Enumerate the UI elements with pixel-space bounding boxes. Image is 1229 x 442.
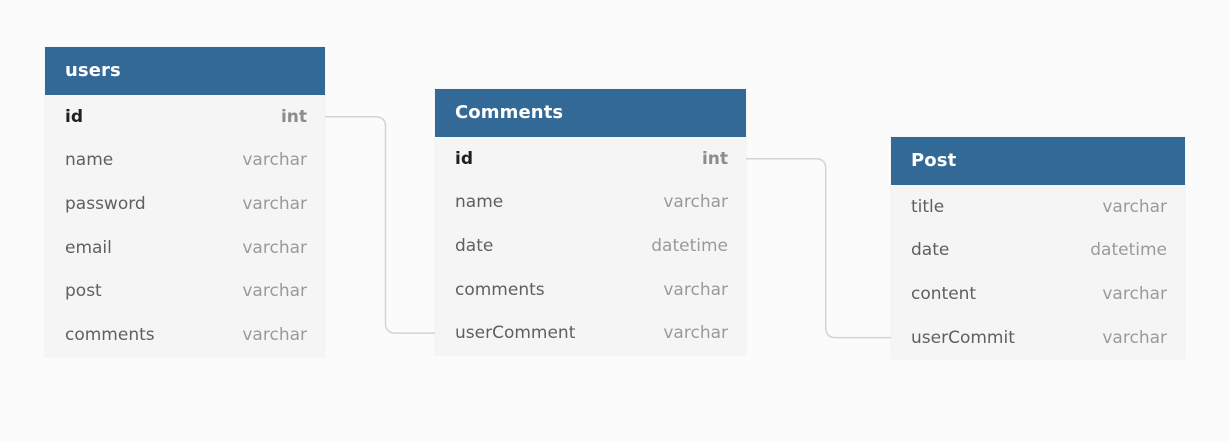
table-post[interactable]: Post title varchar date datetime content varc… [891, 137, 1185, 360]
table-rows-users: id int name varchar password varchar email varc… [45, 95, 325, 357]
field-row-content[interactable]: content varchar [891, 272, 1185, 316]
field-name: date [911, 240, 950, 261]
field-type: int [701, 148, 728, 169]
field-row-date[interactable]: date datetime [435, 224, 746, 268]
field-row-name[interactable]: name varchar [435, 181, 746, 225]
field-name: title [911, 196, 945, 217]
field-type: varchar [1102, 196, 1167, 217]
field-row-userComment[interactable]: userComment varchar [435, 311, 746, 355]
relation-line-users-comments[interactable] [325, 116, 435, 334]
field-name: password [65, 193, 146, 214]
field-row-id[interactable]: id int [435, 137, 746, 181]
field-row-name[interactable]: name varchar [45, 139, 325, 183]
field-row-post[interactable]: post varchar [45, 269, 325, 313]
field-row-id[interactable]: id int [45, 95, 325, 139]
table-rows-post: title varchar date datetime content varchar us… [891, 185, 1185, 359]
field-name: email [65, 237, 112, 258]
field-name: comments [455, 279, 545, 300]
field-row-comments[interactable]: comments varchar [45, 313, 325, 357]
field-type: int [280, 106, 307, 127]
field-name: name [65, 150, 114, 171]
relation-line-comments-post[interactable] [746, 158, 891, 339]
field-name: date [455, 235, 494, 256]
field-name: userCommit [911, 327, 1015, 348]
field-row-comments[interactable]: comments varchar [435, 268, 746, 312]
field-type: varchar [1102, 327, 1167, 348]
field-name: post [65, 281, 102, 302]
field-type: datetime [651, 235, 728, 256]
field-type: varchar [242, 237, 307, 258]
field-type: varchar [663, 323, 728, 344]
field-type: varchar [242, 150, 307, 171]
field-type: varchar [663, 192, 728, 213]
field-name: id [455, 148, 473, 169]
field-name: comments [65, 324, 155, 345]
field-row-date[interactable]: date datetime [891, 229, 1185, 273]
field-type: varchar [242, 324, 307, 345]
field-name: userComment [455, 323, 576, 344]
field-name: name [455, 192, 504, 213]
field-type: varchar [663, 279, 728, 300]
table-users[interactable]: users id int name varchar password varchar ema… [45, 47, 325, 357]
field-row-title[interactable]: title varchar [891, 185, 1185, 229]
field-type: datetime [1090, 240, 1167, 261]
table-header-post[interactable]: Post [891, 137, 1185, 185]
field-name: content [911, 283, 977, 304]
field-row-password[interactable]: password varchar [45, 182, 325, 226]
field-type: varchar [242, 193, 307, 214]
table-header-comments[interactable]: Comments [435, 89, 746, 137]
field-type: varchar [1102, 283, 1167, 304]
field-row-userCommit[interactable]: userCommit varchar [891, 316, 1185, 360]
diagram-canvas: users id int name varchar password varchar ema… [0, 0, 1229, 442]
table-rows-comments: id int name varchar date datetime comments varc… [435, 137, 746, 355]
table-header-users[interactable]: users [45, 47, 325, 95]
field-name: id [65, 106, 83, 127]
field-type: varchar [242, 281, 307, 302]
table-comments[interactable]: Comments id int name varchar date datetime com… [435, 89, 746, 355]
field-row-email[interactable]: email varchar [45, 226, 325, 270]
